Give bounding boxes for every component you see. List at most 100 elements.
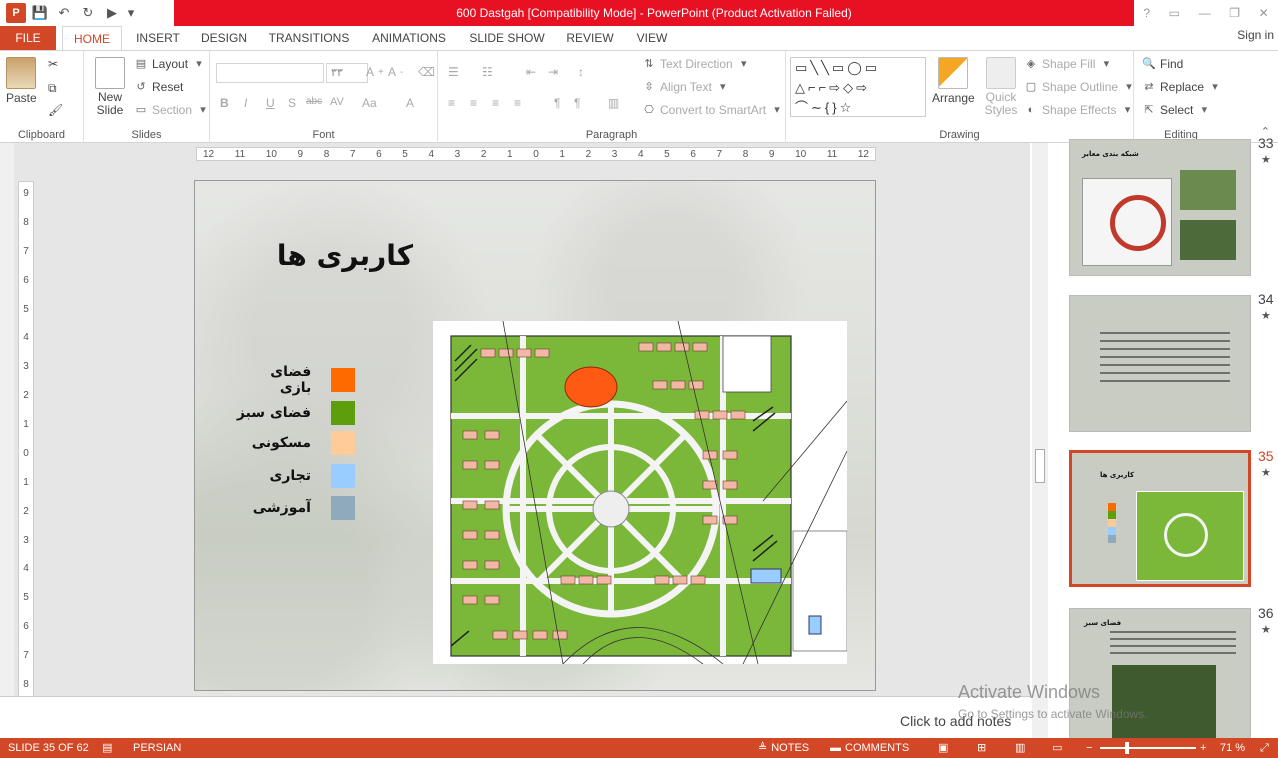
tab-animations[interactable]: ANIMATIONS [364, 26, 454, 50]
help-icon[interactable]: ? [1143, 6, 1150, 20]
reading-view-icon[interactable]: ▥ [1015, 738, 1025, 758]
language-indicator[interactable]: PERSIAN [133, 738, 181, 758]
tab-view[interactable]: VIEW [630, 26, 674, 50]
slide-thumbnail-34[interactable] [1069, 295, 1251, 432]
scrollbar-thumb[interactable] [1035, 449, 1045, 483]
align-text-button[interactable]: ⇳ Align Text ▾ [642, 80, 730, 94]
undo-icon[interactable]: ↶ [54, 3, 74, 23]
shape-effects-button[interactable]: ◐ Shape Effects ▾ [1024, 103, 1135, 117]
slide-thumbnail-35[interactable]: کاربری ها [1069, 450, 1251, 587]
shrink-font-icon[interactable]: A- [388, 65, 403, 79]
line-spacing-icon[interactable]: ↕ [578, 65, 584, 79]
spelling-icon[interactable]: ▤ [102, 738, 112, 758]
align-left-icon[interactable]: ≡ [448, 96, 455, 110]
quick-styles-button[interactable]: Quick Styles [982, 57, 1020, 117]
close-button[interactable]: ✕ [1259, 6, 1269, 20]
underline-button[interactable]: U [266, 96, 275, 110]
text-direction-button[interactable]: ⇅ Text Direction ▾ [642, 57, 751, 71]
zoom-slider-thumb[interactable] [1125, 742, 1129, 754]
character-spacing-button[interactable]: AV [330, 96, 344, 108]
section-button[interactable]: ▭ Section ▾ [134, 103, 210, 117]
paragraph-group-label: Paragraph [585, 129, 638, 141]
format-painter-icon[interactable]: 🖌 [48, 103, 63, 117]
redo-icon[interactable]: ↻ [78, 3, 98, 23]
save-icon[interactable]: 💾 [30, 3, 50, 23]
align-right-icon[interactable]: ≡ [492, 96, 499, 110]
cut-icon[interactable]: ✂ [48, 57, 58, 71]
shadow-button[interactable]: S [288, 96, 296, 110]
legend-item[interactable]: تجاری [235, 463, 355, 489]
increase-indent-icon[interactable]: ⇥ [548, 65, 558, 79]
shapes-gallery[interactable]: ▭╲╲▭◯▭ △⌐⌐⇨◇⇨ ⌒∼{}☆ [790, 57, 926, 117]
font-size-input[interactable]: ۳۳ [326, 63, 368, 83]
copy-icon[interactable]: ⧉ [48, 81, 57, 96]
shape-outline-button[interactable]: ▢ Shape Outline ▾ [1024, 80, 1136, 94]
replace-button[interactable]: ⇄ Replace ▾ [1142, 80, 1222, 94]
slide-title[interactable]: کاربری ها [255, 239, 435, 272]
change-case-button[interactable]: Aa [362, 96, 377, 110]
italic-button[interactable]: I [244, 96, 247, 110]
bullets-icon[interactable]: ☰ [448, 65, 459, 79]
paste-button[interactable]: Paste [6, 57, 37, 105]
tab-insert[interactable]: INSERT [130, 26, 186, 50]
arrange-button[interactable]: Arrange [932, 57, 975, 105]
justify-icon[interactable]: ≡ [514, 96, 521, 110]
comments-toggle[interactable]: ▬ COMMENTS [830, 738, 909, 758]
ruler-tick: 7 [23, 245, 29, 257]
numbering-icon[interactable]: ☷ [482, 65, 493, 79]
rtl-icon[interactable]: ¶ [554, 96, 560, 110]
slide-show-view-icon[interactable]: ▭ [1052, 738, 1062, 758]
font-name-input[interactable] [216, 63, 324, 83]
clear-formatting-icon[interactable]: ⌫ [418, 65, 435, 79]
legend-item[interactable]: مسکونی [235, 430, 355, 456]
minimize-button[interactable]: — [1199, 6, 1211, 20]
tab-design[interactable]: DESIGN [196, 26, 252, 50]
tab-slide-show[interactable]: SLIDE SHOW [466, 26, 548, 50]
ltr-icon[interactable]: ¶ [574, 96, 580, 110]
sign-in-link[interactable]: Sign in [1237, 26, 1274, 44]
start-from-beginning-icon[interactable]: ▶ [102, 3, 122, 23]
bold-button[interactable]: B [220, 96, 229, 110]
current-slide[interactable]: کاربری ها فضای بازی فضای سبز مسکونی تجار… [194, 180, 876, 691]
select-button[interactable]: ⇱ Select ▾ [1142, 103, 1211, 117]
thumbnails-scrollbar[interactable] [1032, 143, 1048, 738]
tab-review[interactable]: REVIEW [560, 26, 620, 50]
columns-icon[interactable]: ▥ [608, 96, 619, 110]
reset-button[interactable]: ↺ Reset [134, 80, 183, 94]
activation-watermark-sub: Go to Settings to activate Windows. [958, 707, 1148, 721]
zoom-slider[interactable] [1100, 747, 1196, 749]
slide-sorter-icon[interactable]: ⊞ [977, 738, 986, 758]
tab-transitions[interactable]: TRANSITIONS [264, 26, 354, 50]
find-button[interactable]: 🔍 Find [1142, 57, 1183, 71]
grow-font-icon[interactable]: A + [366, 65, 384, 79]
thumbnail-title: فضای سبز [1084, 619, 1122, 627]
fit-to-window-icon[interactable]: ⤢ [1260, 738, 1269, 758]
zoom-out-icon[interactable]: − [1086, 738, 1092, 758]
slide-thumbnail-33[interactable]: شبکه بندی معابر [1069, 139, 1251, 276]
legend-item[interactable]: فضای بازی [235, 364, 355, 396]
strikethrough-button[interactable]: abc [306, 96, 322, 107]
convert-smartart-button[interactable]: ⎔ Convert to SmartArt ▾ [642, 103, 784, 117]
new-slide-label: New Slide [96, 90, 124, 117]
shape-fill-button[interactable]: ◈ Shape Fill ▾ [1024, 57, 1113, 71]
editor-scrollbar-left[interactable] [0, 143, 14, 738]
customize-qat-icon[interactable]: ▾ [126, 3, 136, 23]
tab-file[interactable]: FILE [0, 26, 56, 50]
site-plan-image[interactable] [433, 320, 848, 665]
maximize-button[interactable]: ❐ [1229, 6, 1240, 20]
align-center-icon[interactable]: ≡ [470, 96, 477, 110]
notes-toggle[interactable]: ≜ NOTES [758, 738, 809, 758]
notes-pane[interactable]: Click to add notes [0, 696, 1030, 738]
ribbon-display-icon[interactable]: ▭ [1169, 6, 1180, 20]
zoom-in-icon[interactable]: + [1200, 738, 1206, 758]
font-color-button[interactable]: A [406, 96, 414, 110]
legend-item[interactable]: فضای سبز [235, 400, 355, 426]
ruler-tick: 8 [323, 148, 330, 160]
zoom-level[interactable]: 71 % [1220, 738, 1245, 758]
tab-home[interactable]: HOME [62, 26, 122, 51]
layout-button[interactable]: ▤ Layout ▾ [134, 57, 206, 71]
new-slide-button[interactable]: New Slide [90, 57, 130, 117]
legend-item[interactable]: آموزشی [235, 495, 355, 521]
normal-view-icon[interactable]: ▣ [938, 738, 948, 758]
decrease-indent-icon[interactable]: ⇤ [526, 65, 536, 79]
